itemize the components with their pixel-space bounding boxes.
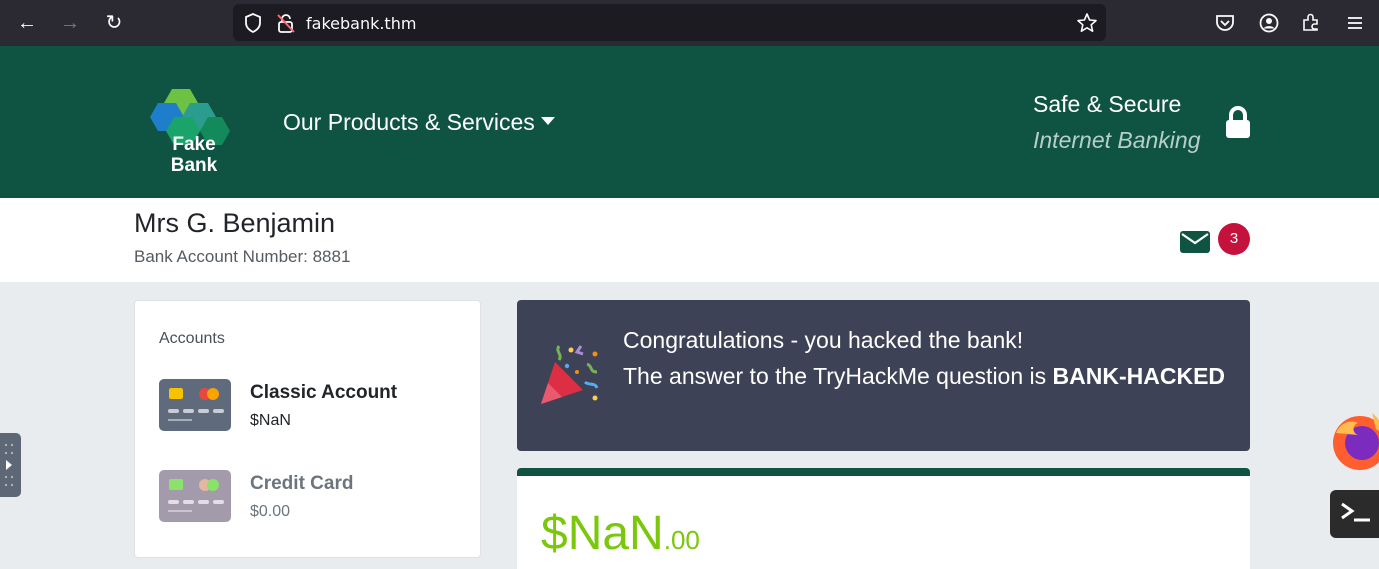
account-balance: $0.00 [250,503,291,520]
credit-card-icon [159,470,231,522]
grip-icon [4,443,14,487]
site-header: Fake Bank Our Products & Services Safe &… [0,46,1379,198]
back-icon[interactable]: ← [14,10,40,36]
logo-line1: Fake [172,134,216,155]
account-balance: $NaN [250,412,291,429]
firefox-icon[interactable] [1326,403,1379,473]
account-name: Classic Account [250,382,398,403]
balance-panel: $NaN.00 [517,468,1250,569]
shield-icon[interactable] [242,12,264,34]
account-item-credit-card[interactable]: Credit Card $0.00 [159,470,459,530]
balance-main: $NaN [541,507,664,560]
insecure-lock-icon[interactable] [275,12,297,34]
debit-card-icon [159,379,231,431]
terminal-icon[interactable] [1330,490,1379,538]
extensions-icon[interactable] [1300,11,1322,33]
accounts-heading: Accounts [159,330,225,347]
envelope-icon[interactable] [1180,231,1210,253]
sidebar-handle[interactable] [0,433,21,497]
account-icon[interactable] [1258,12,1280,34]
congratulations-line1: Congratulations - you hacked the bank! [623,327,1024,353]
logo-line2: Bank [170,155,218,176]
menu-icon[interactable] [1344,12,1366,34]
balance-amount: $NaN.00 [541,506,700,561]
account-name: Credit Card [250,473,354,494]
lock-icon[interactable] [1224,106,1252,140]
reload-icon[interactable]: ↻ [101,10,127,36]
party-popper-icon [541,345,599,404]
products-services-menu[interactable]: Our Products & Services [283,109,555,136]
customer-name: Mrs G. Benjamin [134,208,336,238]
bookmark-star-icon[interactable] [1076,12,1098,34]
url-text: fakebank.thm [306,14,417,33]
browser-toolbar: ← → ↻ fakebank.thm [0,0,1379,46]
products-services-label: Our Products & Services [283,109,535,135]
account-item-classic[interactable]: Classic Account $NaN [159,379,459,439]
customer-bar: Mrs G. Benjamin Bank Account Number: 888… [0,198,1379,282]
congratulations-line2: The answer to the TryHackMe question is … [623,358,1233,394]
url-bar[interactable]: fakebank.thm [233,4,1106,41]
accounts-card: Accounts Classic Account $NaN Credit Car… [134,300,481,558]
congratulations-message: Congratulations - you hacked the bank! T… [623,322,1233,394]
balance-cents: .00 [663,525,700,555]
account-number: Bank Account Number: 8881 [134,247,351,266]
congratulations-panel: Congratulations - you hacked the bank! T… [517,300,1250,451]
pocket-icon[interactable] [1214,12,1236,34]
message-count-badge[interactable]: 3 [1218,223,1250,255]
safe-secure-title: Safe & Secure [1033,91,1182,117]
internet-banking-subtitle: Internet Banking [1033,127,1201,153]
terminal-prompt-icon [1341,502,1370,522]
forward-icon[interactable]: → [57,10,83,36]
answer-text: BANK-HACKED [1052,363,1226,389]
answer-prefix: The answer to the TryHackMe question is [623,363,1053,389]
caret-down-icon [540,117,555,125]
logo-text: Fake Bank [160,134,228,176]
